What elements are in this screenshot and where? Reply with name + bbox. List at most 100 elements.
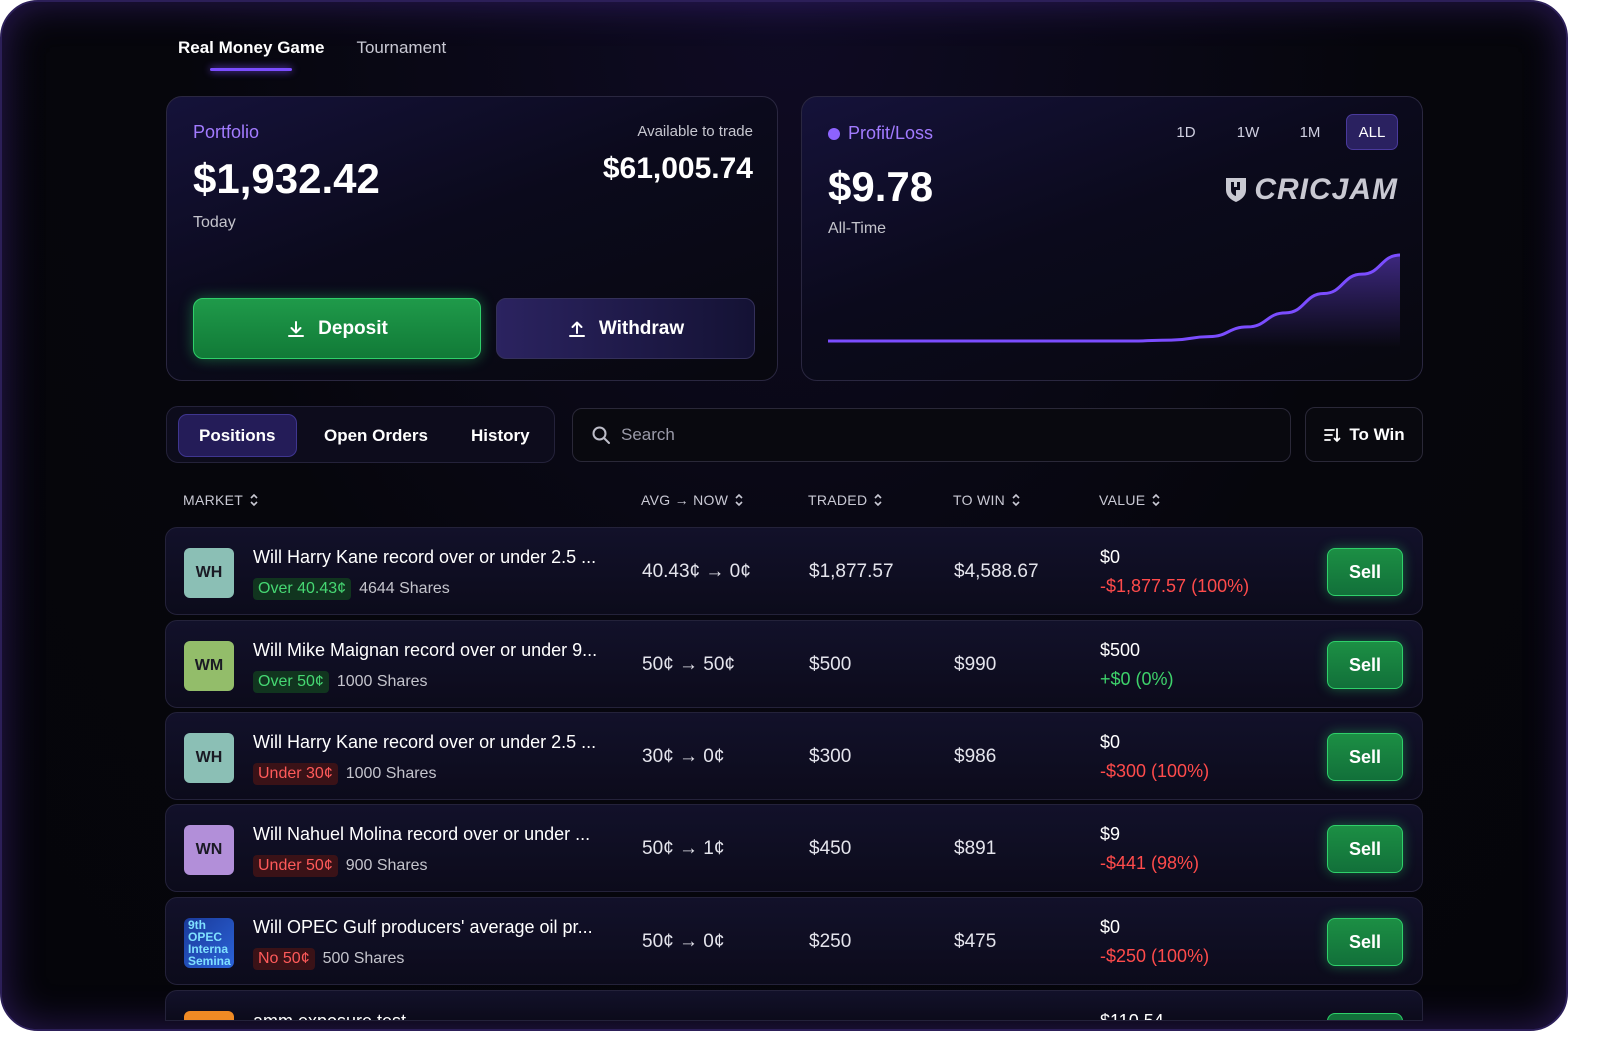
market-title[interactable]: Will Harry Kane record over or under 2.5… (253, 732, 623, 753)
withdraw-button[interactable]: Withdraw (496, 298, 755, 359)
range-1m[interactable]: 1M (1284, 114, 1336, 150)
position-tag: Under 30¢ (253, 763, 338, 785)
avatar-text-line: Semina (188, 954, 231, 968)
profit-loss-area (828, 255, 1400, 347)
deposit-label: Deposit (318, 317, 388, 339)
market-title[interactable]: amm exposure test (253, 1011, 623, 1020)
traded-amount: $1,877.57 (809, 561, 894, 582)
sell-button[interactable] (1327, 1013, 1403, 1020)
column-avg-now[interactable]: AVG → NOW (641, 492, 744, 508)
column-traded-label: TRADED (808, 492, 868, 508)
market-avatar-image: 9th OPEC Interna Semina (184, 918, 234, 968)
position-tag: Under 50¢ (253, 855, 338, 877)
share-count: 1000 Shares (336, 673, 428, 690)
positions-segment-control: Positions Open Orders History (166, 406, 555, 463)
to-win-amount: $986 (954, 746, 997, 767)
range-all[interactable]: ALL (1346, 114, 1398, 150)
market-avatar: WM (184, 641, 234, 691)
value-change: -$441 (98%) (1100, 853, 1200, 873)
value-change: -$250 (100%) (1100, 946, 1210, 966)
table-row[interactable]: 9th OPEC Interna Semina Will OPEC Gulf p… (165, 897, 1423, 985)
dot-icon (828, 127, 840, 140)
sell-button[interactable]: Sell (1327, 733, 1403, 781)
market-title[interactable]: Will Mike Maignan record over or under 9… (253, 640, 623, 661)
table-row[interactable]: WH Will Harry Kane record over or under … (165, 712, 1423, 800)
app-window: Real Money Game Tournament Portfolio $1,… (0, 0, 1568, 1031)
position-value: $0 (1100, 917, 1121, 937)
position-details: Over 50¢ 1000 Shares (253, 671, 428, 693)
position-details: No 50¢ 500 Shares (253, 948, 404, 970)
available-value: $61,005.74 (602, 152, 753, 185)
portfolio-card: Portfolio $1,932.42 Today Available to t… (166, 96, 778, 381)
profit-loss-period: All-Time (828, 220, 887, 237)
market-avatar: WN (184, 825, 234, 875)
sort-icon (1324, 427, 1341, 442)
tab-real-money-game[interactable]: Real Money Game (178, 38, 324, 58)
market-avatar: WH (184, 733, 234, 783)
sell-button[interactable]: Sell (1327, 918, 1403, 966)
portfolio-value: $1,932.42 (193, 155, 380, 202)
position-value: $9 (1100, 824, 1121, 844)
to-win-amount: $990 (954, 654, 997, 675)
column-market[interactable]: MARKET (183, 492, 259, 508)
share-count: 1000 Shares (345, 765, 437, 782)
market-title[interactable]: Will Harry Kane record over or under 2.5… (253, 547, 623, 568)
sort-updown-icon (1012, 493, 1020, 507)
profit-loss-chart (828, 253, 1400, 347)
top-tabs: Real Money Game Tournament (178, 38, 446, 58)
sort-updown-icon (1152, 493, 1160, 507)
market-title[interactable]: Will Nahuel Molina record over or under … (253, 824, 623, 845)
traded-amount: $450 (809, 838, 852, 859)
position-tag: Over 40.43¢ (253, 578, 352, 600)
position-tag: No 50¢ (253, 948, 315, 970)
column-to-win[interactable]: TO WIN (953, 492, 1021, 508)
search-icon (592, 426, 610, 444)
brand-logo: CRICJAM (1224, 173, 1398, 207)
avg-now-price: 50¢ → 50¢ (642, 654, 735, 675)
upload-icon (568, 321, 585, 337)
traded-amount: $300 (809, 746, 852, 767)
column-traded[interactable]: TRADED (808, 492, 883, 508)
profit-loss-card: Profit/Loss $9.78 All-Time 1D 1W 1M ALL … (801, 96, 1423, 381)
sell-button[interactable]: Sell (1327, 641, 1403, 689)
traded-amount: $500 (809, 654, 852, 675)
column-to-win-label: TO WIN (953, 492, 1006, 508)
table-row-partial[interactable]: amm exposure test $110.54 (165, 990, 1423, 1021)
search-input[interactable] (621, 425, 1261, 445)
avg-now-price: 30¢ → 0¢ (642, 746, 725, 767)
deposit-button[interactable]: Deposit (193, 298, 481, 359)
market-title[interactable]: Will OPEC Gulf producers' average oil pr… (253, 917, 623, 938)
avg-now-price: 50¢ → 1¢ (642, 838, 725, 859)
position-details: Under 50¢ 900 Shares (253, 855, 428, 877)
sort-updown-icon (874, 493, 882, 507)
sort-to-win-button[interactable]: To Win (1305, 407, 1423, 462)
column-value[interactable]: VALUE (1099, 492, 1161, 508)
position-value: $110.54 (1100, 1011, 1164, 1021)
value-change: -$1,877.57 (100%) (1100, 576, 1250, 596)
portfolio-label: Portfolio (193, 122, 260, 142)
table-row[interactable]: WH Will Harry Kane record over or under … (165, 527, 1423, 615)
position-value: $0 (1100, 732, 1121, 752)
download-icon (288, 320, 305, 337)
segment-open-orders[interactable]: Open Orders (324, 414, 428, 457)
table-row[interactable]: WN Will Nahuel Molina record over or und… (165, 804, 1423, 892)
traded-amount: $250 (809, 931, 852, 952)
segment-history[interactable]: History (471, 414, 530, 457)
range-1w[interactable]: 1W (1222, 114, 1274, 150)
share-count: 4644 Shares (359, 580, 450, 597)
to-win-amount: $4,588.67 (954, 561, 1039, 582)
segment-positions[interactable]: Positions (178, 414, 297, 457)
tab-tournament[interactable]: Tournament (356, 38, 446, 58)
range-1d[interactable]: 1D (1160, 114, 1212, 150)
column-value-label: VALUE (1099, 492, 1146, 508)
market-avatar (184, 1011, 234, 1020)
sell-button[interactable]: Sell (1327, 825, 1403, 873)
sell-button[interactable]: Sell (1327, 548, 1403, 596)
share-count: 500 Shares (322, 950, 405, 967)
position-value: $0 (1100, 547, 1121, 567)
table-row[interactable]: WM Will Mike Maignan record over or unde… (165, 620, 1423, 708)
value-change: +$0 (0%) (1100, 669, 1174, 689)
column-market-label: MARKET (183, 492, 244, 508)
portfolio-period: Today (193, 214, 236, 231)
value-change: -$300 (100%) (1100, 761, 1210, 781)
